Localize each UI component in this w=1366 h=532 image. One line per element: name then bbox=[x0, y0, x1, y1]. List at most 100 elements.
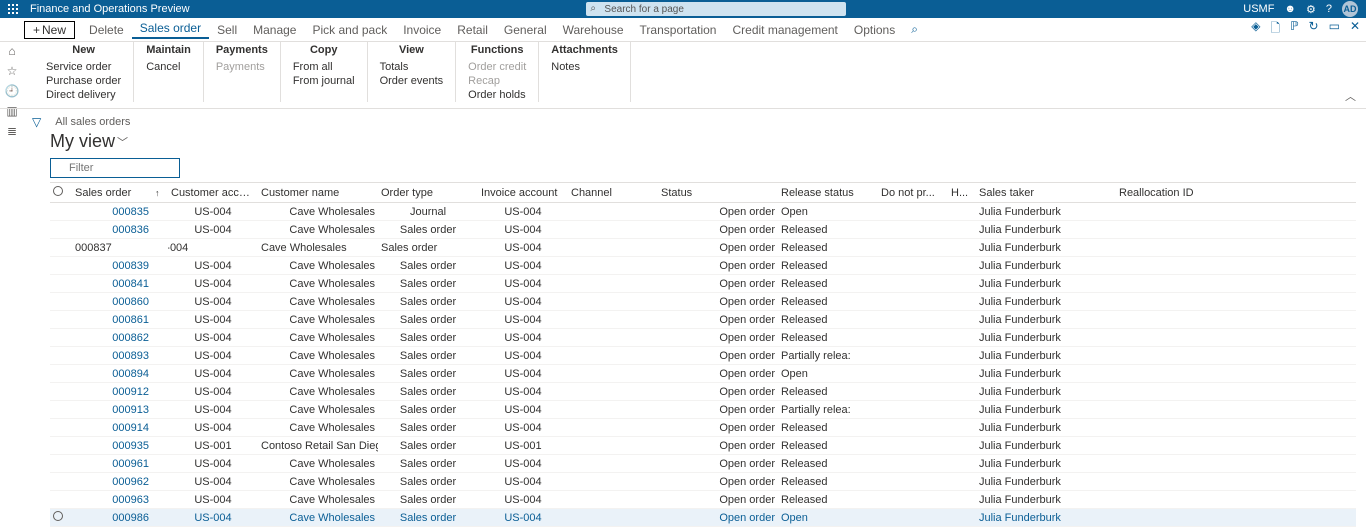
action-tab-credit-management[interactable]: Credit management bbox=[724, 23, 845, 37]
col-header[interactable]: Order type bbox=[378, 187, 478, 199]
ribbon-item-purchase-order[interactable]: Purchase order bbox=[46, 74, 121, 88]
table-row[interactable]: 000986US-004Cave WholesalesSales orderUS… bbox=[50, 509, 1356, 527]
view-title[interactable]: My view ﹀ bbox=[50, 131, 1356, 152]
sales-order-link[interactable]: 000963 bbox=[75, 494, 149, 506]
action-tab-general[interactable]: General bbox=[496, 23, 555, 37]
action-tab-pick-and-pack[interactable]: Pick and pack bbox=[304, 23, 395, 37]
status-cell: Open order bbox=[661, 224, 775, 236]
table-row[interactable]: 000835US-004Cave WholesalesJournalUS-004… bbox=[50, 203, 1356, 221]
row-radio[interactable] bbox=[53, 511, 63, 521]
sales-order-link[interactable]: 000860 bbox=[75, 296, 149, 308]
emoji-icon[interactable]: ☻ bbox=[1284, 3, 1296, 15]
sales-order-link[interactable]: 000986 bbox=[75, 512, 149, 524]
ribbon-item-from-all[interactable]: From all bbox=[293, 60, 355, 74]
help-icon[interactable]: ? bbox=[1326, 3, 1332, 15]
sales-order-link[interactable]: 000862 bbox=[75, 332, 149, 344]
popout-icon[interactable]: ▭ bbox=[1329, 19, 1340, 40]
action-tab-sales-order[interactable]: Sales order bbox=[132, 21, 209, 39]
col-header[interactable]: Sales order bbox=[72, 187, 152, 199]
close-icon[interactable]: ✕ bbox=[1350, 19, 1360, 40]
table-row[interactable]: 000963US-004Cave WholesalesSales orderUS… bbox=[50, 491, 1356, 509]
sales-order-link[interactable]: 000914 bbox=[75, 422, 149, 434]
sales-order-link[interactable]: 000961 bbox=[75, 458, 149, 470]
table-row[interactable]: 000839US-004Cave WholesalesSales orderUS… bbox=[50, 257, 1356, 275]
ribbon-item-cancel[interactable]: Cancel bbox=[146, 60, 191, 74]
table-row[interactable]: 000912US-004Cave WholesalesSales orderUS… bbox=[50, 383, 1356, 401]
sales-order-link[interactable]: 000912 bbox=[75, 386, 149, 398]
ribbon-item-direct-delivery[interactable]: Direct delivery bbox=[46, 88, 121, 102]
sales-taker-cell: Julia Funderburk bbox=[979, 440, 1061, 452]
sales-order-link[interactable]: 000894 bbox=[75, 368, 149, 380]
table-row[interactable]: 000961US-004Cave WholesalesSales orderUS… bbox=[50, 455, 1356, 473]
funnel-icon[interactable]: ▽ bbox=[32, 115, 41, 129]
ribbon-item-totals[interactable]: Totals bbox=[380, 60, 444, 74]
table-row[interactable]: 000894US-004Cave WholesalesSales orderUS… bbox=[50, 365, 1356, 383]
ribbon-item-notes[interactable]: Notes bbox=[551, 60, 618, 74]
col-header[interactable]: Reallocation ID bbox=[1116, 187, 1216, 199]
table-row[interactable]: 000841US-004Cave WholesalesSales orderUS… bbox=[50, 275, 1356, 293]
sales-order-link[interactable]: 000893 bbox=[75, 350, 149, 362]
sales-order-link[interactable]: 000861 bbox=[75, 314, 149, 326]
col-header[interactable]: Channel bbox=[568, 187, 658, 199]
chevron-up-icon[interactable]: ︿ bbox=[1345, 88, 1356, 104]
ribbon-item-from-journal[interactable]: From journal bbox=[293, 74, 355, 88]
col-header[interactable]: Do not pr... bbox=[878, 187, 948, 199]
col-header[interactable]: Sales taker bbox=[976, 187, 1116, 199]
legal-entity[interactable]: USMF bbox=[1243, 3, 1274, 15]
table-row[interactable]: 000962US-004Cave WholesalesSales orderUS… bbox=[50, 473, 1356, 491]
sales-order-link[interactable]: 000913 bbox=[75, 404, 149, 416]
sales-order-link[interactable]: 000839 bbox=[75, 260, 149, 272]
col-header[interactable]: Status bbox=[658, 187, 778, 199]
quick-filter-input[interactable] bbox=[50, 158, 180, 178]
ribbon-item-order-holds[interactable]: Order holds bbox=[468, 88, 526, 102]
sales-order-link[interactable]: 000962 bbox=[75, 476, 149, 488]
action-tab-warehouse[interactable]: Warehouse bbox=[555, 23, 632, 37]
table-row[interactable]: 000860US-004Cave WholesalesSales orderUS… bbox=[50, 293, 1356, 311]
table-row[interactable]: 000893US-004Cave WholesalesSales orderUS… bbox=[50, 347, 1356, 365]
attach-icon[interactable]: 🗋 bbox=[1270, 19, 1280, 40]
action-tab-manage[interactable]: Manage bbox=[245, 23, 304, 37]
diamond-icon[interactable]: ◈ bbox=[1251, 19, 1260, 40]
refresh2-icon[interactable]: ↻ bbox=[1309, 19, 1319, 40]
action-tab-transportation[interactable]: Transportation bbox=[632, 23, 725, 37]
global-search-input[interactable] bbox=[586, 2, 846, 16]
table-row[interactable]: 000935US-001Contoso Retail San DiegoSale… bbox=[50, 437, 1356, 455]
action-tab-retail[interactable]: Retail bbox=[449, 23, 496, 37]
col-header[interactable]: Release status bbox=[778, 187, 878, 199]
ribbon-item-recap[interactable]: Recap bbox=[468, 74, 526, 88]
col-header[interactable]: Customer name bbox=[258, 187, 378, 199]
ribbon-item-service-order[interactable]: Service order bbox=[46, 60, 121, 74]
gear-icon[interactable]: ⚙ bbox=[1306, 3, 1316, 16]
col-header[interactable]: Customer account bbox=[168, 187, 258, 199]
table-row[interactable]: 000836US-004Cave WholesalesSales orderUS… bbox=[50, 221, 1356, 239]
select-all-radio[interactable] bbox=[53, 186, 63, 196]
col-header[interactable]: H... bbox=[948, 187, 976, 199]
table-row[interactable]: 000913US-004Cave WholesalesSales orderUS… bbox=[50, 401, 1356, 419]
table-row[interactable]: 000861US-004Cave WholesalesSales orderUS… bbox=[50, 311, 1356, 329]
sales-order-link[interactable]: 000841 bbox=[75, 278, 149, 290]
action-tab-sell[interactable]: Sell bbox=[209, 23, 245, 37]
col-header[interactable]: Invoice account bbox=[478, 187, 568, 199]
table-row[interactable]: 000914US-004Cave WholesalesSales orderUS… bbox=[50, 419, 1356, 437]
waffle-icon[interactable] bbox=[4, 4, 22, 14]
action-tab-delete[interactable]: Delete bbox=[81, 23, 132, 37]
action-tab-invoice[interactable]: Invoice bbox=[395, 23, 449, 37]
col-header[interactable] bbox=[50, 186, 72, 199]
new-button[interactable]: + New bbox=[24, 21, 75, 39]
ribbon-item-payments[interactable]: Payments bbox=[216, 60, 268, 74]
ribbon-item-order-credit[interactable]: Order credit bbox=[468, 60, 526, 74]
refresh-icon[interactable]: ℙ bbox=[1290, 19, 1298, 40]
table-row[interactable]: 000862US-004Cave WholesalesSales orderUS… bbox=[50, 329, 1356, 347]
sales-order-link[interactable]: 000835 bbox=[75, 206, 149, 218]
list-icon[interactable]: ≣ bbox=[7, 124, 17, 138]
cust-acct-cell: US-004 bbox=[171, 332, 255, 344]
avatar[interactable]: AD bbox=[1342, 1, 1358, 17]
breadcrumb[interactable]: All sales orders bbox=[55, 116, 130, 128]
ribbon-item-order-events[interactable]: Order events bbox=[380, 74, 444, 88]
col-header[interactable]: ↑ bbox=[152, 187, 168, 199]
table-row[interactable]: 000837US-004Cave WholesalesSales orderUS… bbox=[50, 239, 1356, 257]
action-search-icon[interactable]: ⌕ bbox=[903, 22, 926, 37]
sales-order-link[interactable]: 000935 bbox=[75, 440, 149, 452]
action-tab-options[interactable]: Options bbox=[846, 23, 903, 37]
sales-order-link[interactable]: 000836 bbox=[75, 224, 149, 236]
